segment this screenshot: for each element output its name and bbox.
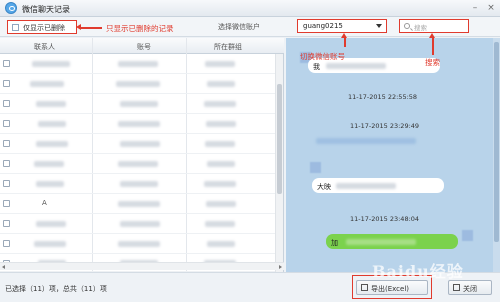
window-title: 微信聊天记录 bbox=[22, 5, 70, 14]
chevron-down-icon[interactable] bbox=[376, 24, 382, 28]
table-row[interactable] bbox=[0, 154, 276, 174]
message-bubble: 大映 bbox=[312, 178, 444, 193]
toolbar: 仅显示已删除 选择微信账户 guang0215 搜索 bbox=[0, 17, 500, 37]
annotation-search: 搜索 bbox=[425, 58, 440, 67]
message-timestamp: 11-17-2015 23:29:49 bbox=[350, 122, 420, 130]
annotation-arrow bbox=[429, 33, 435, 55]
message-timestamp: 11-17-2015 23:48:04 bbox=[350, 215, 420, 223]
row-icon bbox=[3, 160, 10, 167]
table-row[interactable] bbox=[0, 114, 276, 134]
table-row[interactable] bbox=[0, 134, 276, 154]
row-icon bbox=[3, 60, 10, 67]
table-row[interactable] bbox=[0, 234, 276, 254]
scroll-left-icon[interactable] bbox=[2, 265, 5, 269]
message-text: 大映 bbox=[317, 183, 331, 191]
row-icon bbox=[3, 100, 10, 107]
minimize-icon[interactable]: – bbox=[470, 3, 480, 13]
table-row[interactable] bbox=[0, 214, 276, 234]
avatar bbox=[310, 162, 321, 173]
scroll-right-icon[interactable] bbox=[279, 265, 282, 269]
contact-table: 联系人 账号 所在群组 A bbox=[0, 38, 284, 272]
select-account-label: 选择微信账户 bbox=[218, 23, 260, 31]
row-icon bbox=[3, 200, 10, 207]
close-window-icon bbox=[453, 284, 460, 291]
message-timestamp: 11-17-2015 22:55:58 bbox=[348, 93, 418, 101]
chat-panel: 我 11-17-2015 22:55:58 11-17-2015 23:29:4… bbox=[286, 38, 500, 272]
account-select[interactable]: guang0215 bbox=[297, 19, 387, 33]
title-bar: 微信聊天记录 – × bbox=[0, 0, 500, 17]
message-bubble-green: 加 bbox=[326, 234, 458, 249]
annotation-switch-account: 切换微信账号 bbox=[300, 52, 345, 61]
annotation-arrow bbox=[76, 24, 102, 30]
table-row[interactable] bbox=[0, 54, 276, 74]
search-input[interactable]: 搜索 bbox=[399, 19, 469, 33]
table-row[interactable] bbox=[0, 74, 276, 94]
wechat-records-window: 微信聊天记录 – × 仅显示已删除 选择微信账户 guang0215 搜索 只显… bbox=[0, 0, 500, 302]
search-placeholder: 搜索 bbox=[414, 24, 427, 32]
row-icon bbox=[3, 180, 10, 187]
account-select-value: guang0215 bbox=[303, 22, 343, 30]
checkbox-icon[interactable] bbox=[12, 24, 19, 31]
selection-status: 已选择（11）项，总共（11）项 bbox=[5, 285, 107, 293]
message-text: 我 bbox=[313, 63, 320, 71]
contact-initial: A bbox=[42, 199, 47, 207]
table-vertical-scrollbar[interactable] bbox=[275, 54, 283, 272]
close-icon[interactable]: × bbox=[486, 3, 496, 13]
table-horizontal-scrollbar[interactable] bbox=[0, 262, 284, 270]
search-icon bbox=[404, 23, 410, 29]
row-icon bbox=[3, 80, 10, 87]
watermark-text: Baidu经验 bbox=[372, 262, 464, 281]
annotation-arrow bbox=[341, 33, 347, 47]
column-header-contact[interactable]: 联系人 bbox=[34, 42, 55, 52]
annotation-deleted-only: 只显示已删除的记录 bbox=[106, 24, 174, 33]
close-button[interactable]: 关闭 bbox=[448, 280, 492, 295]
app-logo-icon bbox=[5, 2, 17, 14]
message-text: 加 bbox=[331, 239, 338, 247]
scrollbar-thumb[interactable] bbox=[277, 84, 282, 194]
table-row[interactable] bbox=[0, 94, 276, 114]
avatar bbox=[462, 230, 473, 241]
column-header-group[interactable]: 所在群组 bbox=[214, 42, 242, 52]
row-icon bbox=[3, 220, 10, 227]
row-icon bbox=[3, 120, 10, 127]
table-header: 联系人 账号 所在群组 bbox=[0, 38, 284, 54]
deleted-only-checkbox[interactable]: 仅显示已删除 bbox=[7, 20, 77, 34]
close-button-label: 关闭 bbox=[463, 285, 477, 293]
column-header-account[interactable]: 账号 bbox=[137, 42, 151, 52]
table-row[interactable]: A bbox=[0, 194, 276, 214]
row-icon bbox=[3, 140, 10, 147]
deleted-only-label: 仅显示已删除 bbox=[23, 24, 65, 32]
row-icon bbox=[3, 240, 10, 247]
scrollbar-thumb[interactable] bbox=[494, 42, 499, 242]
chat-scrollbar[interactable] bbox=[493, 38, 500, 272]
table-row[interactable] bbox=[0, 174, 276, 194]
